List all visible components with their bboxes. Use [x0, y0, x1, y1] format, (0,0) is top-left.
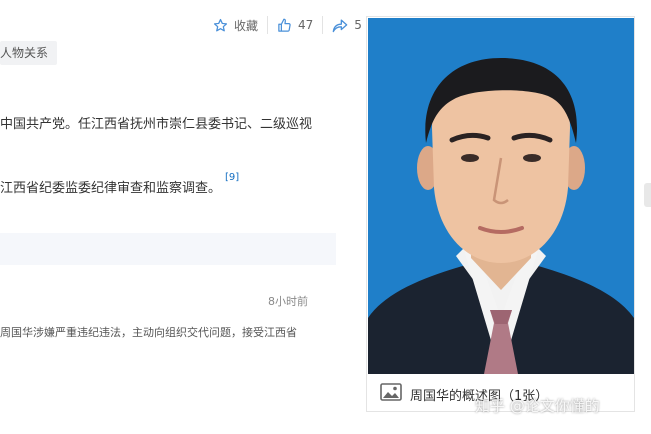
share-icon — [332, 18, 348, 33]
summary-photo-card[interactable]: 周国华的概述图（1张） — [366, 16, 635, 412]
side-panel-edge[interactable] — [644, 183, 651, 207]
share-button[interactable]: 5 — [332, 18, 362, 33]
action-toolbar: 收藏 47 5 — [213, 14, 362, 36]
biography-paragraph-2-text: 江西省纪委监委纪律审查和监察调查。 — [0, 181, 222, 196]
star-icon — [213, 18, 228, 33]
toolbar-divider — [322, 16, 324, 34]
share-count: 5 — [354, 18, 362, 32]
favorite-label: 收藏 — [234, 18, 259, 33]
favorite-button[interactable]: 收藏 — [213, 17, 258, 34]
biography-paragraph-1: 中国共产党。任江西省抚州市崇仁县委书记、二级巡视 — [0, 117, 313, 132]
watermark-text: 知乎 @论文你懂的 — [475, 397, 600, 415]
portrait-photo[interactable] — [368, 18, 634, 374]
like-button[interactable]: 47 — [277, 18, 313, 33]
toolbar-divider — [267, 16, 269, 34]
thumbs-up-icon — [277, 18, 292, 33]
biography-paragraph-2: 江西省纪委监委纪律审查和监察调查。[9] — [0, 172, 239, 196]
like-count: 47 — [298, 18, 314, 32]
news-snippet[interactable]: 周国华涉嫌严重违纪违法，主动向组织交代问题，接受江西省 — [0, 324, 297, 340]
section-header-band — [0, 233, 336, 265]
reference-link[interactable]: [9] — [225, 172, 239, 183]
image-gallery-icon — [380, 383, 410, 405]
relationship-tag[interactable]: 人物关系 — [0, 41, 58, 65]
news-timestamp: 8小时前 — [268, 295, 308, 308]
